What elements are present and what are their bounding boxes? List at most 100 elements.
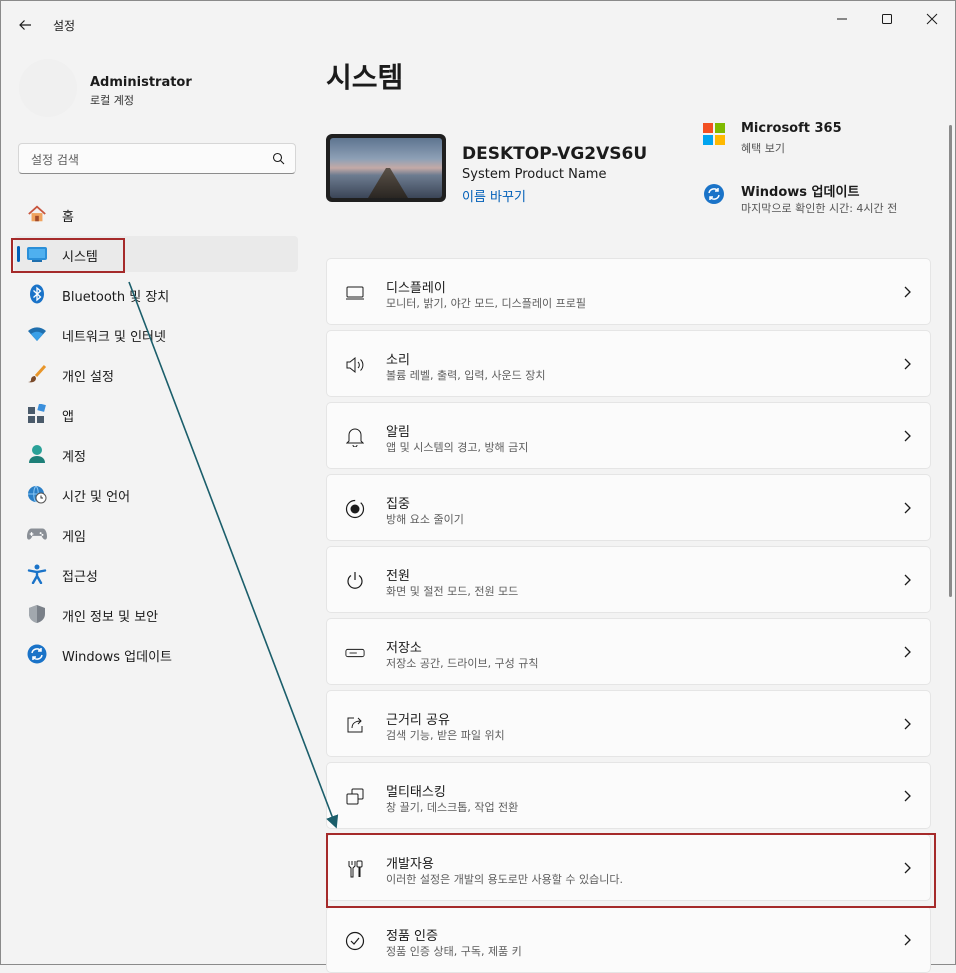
sidebar-nav: 홈 시스템 Bluetooth 및 장치 네트워크 및 인터넷 개인 설정 앱 … xyxy=(14,196,298,676)
setting-storage[interactable]: 저장소 저장소 공간, 드라이브, 구성 규칙 xyxy=(326,618,931,685)
setting-title: 알림 xyxy=(386,425,410,440)
setting-display[interactable]: 디스플레이 모니터, 밝기, 야간 모드, 디스플레이 프로필 xyxy=(326,258,931,325)
chevron-right-icon xyxy=(904,286,911,298)
shield-icon xyxy=(27,604,47,624)
setting-subtitle: 볼륨 레벨, 출력, 입력, 사운드 장치 xyxy=(386,369,546,382)
power-icon xyxy=(345,571,365,591)
setting-title: 전원 xyxy=(386,569,410,584)
sidebar-item-personalization[interactable]: 개인 설정 xyxy=(14,356,298,392)
storage-icon xyxy=(345,643,365,663)
setting-subtitle: 검색 기능, 받은 파일 위치 xyxy=(386,729,505,742)
tile-title: Microsoft 365 xyxy=(741,121,842,136)
sidebar-item-label: 시스템 xyxy=(62,250,98,265)
setting-multitasking[interactable]: 멀티태스킹 창 끌기, 데스크톱, 작업 전환 xyxy=(326,762,931,829)
search-input[interactable] xyxy=(29,149,263,171)
chevron-right-icon xyxy=(904,862,911,874)
multitask-icon xyxy=(345,787,365,807)
tile-subtitle: 마지막으로 확인한 시간: 4시간 전 xyxy=(741,202,898,215)
setting-subtitle: 이러한 설정은 개발의 용도로만 사용할 수 있습니다. xyxy=(386,873,623,886)
avatar[interactable] xyxy=(19,59,77,117)
back-arrow-icon xyxy=(19,20,31,30)
setting-sound[interactable]: 소리 볼륨 레벨, 출력, 입력, 사운드 장치 xyxy=(326,330,931,397)
sidebar-item-windows-update[interactable]: Windows 업데이트 xyxy=(14,636,298,672)
brush-icon xyxy=(27,364,47,384)
account-type: 로컬 계정 xyxy=(90,94,134,107)
selection-indicator xyxy=(17,246,20,262)
sidebar-item-accounts[interactable]: 계정 xyxy=(14,436,298,472)
user-name: Administrator xyxy=(90,75,192,90)
scrollbar[interactable] xyxy=(949,125,952,597)
setting-subtitle: 정품 인증 상태, 구독, 제품 키 xyxy=(386,945,522,958)
device-model: System Product Name xyxy=(462,167,607,182)
sidebar-item-label: 개인 정보 및 보안 xyxy=(62,610,159,625)
sidebar-item-time-language[interactable]: 시간 및 언어 xyxy=(14,476,298,512)
bell-icon xyxy=(345,427,365,447)
sidebar-item-label: 개인 설정 xyxy=(62,370,114,385)
share-icon xyxy=(345,715,365,735)
maximize-icon xyxy=(882,14,892,24)
minimize-icon xyxy=(837,18,847,20)
sidebar-item-system[interactable]: 시스템 xyxy=(14,236,298,272)
setting-subtitle: 창 끌기, 데스크톱, 작업 전환 xyxy=(386,801,519,814)
setting-notifications[interactable]: 알림 앱 및 시스템의 경고, 방해 금지 xyxy=(326,402,931,469)
setting-title: 디스플레이 xyxy=(386,281,446,296)
setting-title: 근거리 공유 xyxy=(386,713,450,728)
setting-title: 정품 인증 xyxy=(386,929,438,944)
setting-title: 개발자용 xyxy=(386,857,434,872)
search-box[interactable] xyxy=(18,143,296,174)
window-title: 설정 xyxy=(53,19,76,33)
device-wallpaper-thumbnail xyxy=(326,134,446,202)
chevron-right-icon xyxy=(904,646,911,658)
sidebar-item-label: 계정 xyxy=(62,450,86,465)
chevron-right-icon xyxy=(904,430,911,442)
chevron-right-icon xyxy=(904,574,911,586)
sidebar-item-bluetooth[interactable]: Bluetooth 및 장치 xyxy=(14,276,298,312)
chevron-right-icon xyxy=(904,358,911,370)
sidebar-item-gaming[interactable]: 게임 xyxy=(14,516,298,552)
setting-subtitle: 방해 요소 줄이기 xyxy=(386,513,464,526)
chevron-right-icon xyxy=(904,718,911,730)
sidebar-item-network[interactable]: 네트워크 및 인터넷 xyxy=(14,316,298,352)
title-bar: 설정 xyxy=(1,1,955,49)
page-title: 시스템 xyxy=(326,61,404,94)
sidebar-item-label: 앱 xyxy=(62,410,74,425)
bluetooth-icon xyxy=(27,284,47,304)
maximize-button[interactable] xyxy=(864,7,910,31)
search-icon[interactable] xyxy=(272,152,285,165)
microsoft-logo-icon xyxy=(703,123,725,145)
sidebar-item-label: 네트워크 및 인터넷 xyxy=(62,330,166,345)
close-icon xyxy=(926,13,938,25)
update-icon xyxy=(704,184,724,204)
setting-title: 저장소 xyxy=(386,641,422,656)
wallpaper-image xyxy=(330,138,442,198)
update-icon xyxy=(27,644,47,664)
back-button[interactable] xyxy=(15,15,35,35)
developer-tools-icon xyxy=(345,859,365,879)
settings-window: 설정 Administrator 로컬 계정 홈 시스템 xyxy=(0,0,956,973)
setting-activation[interactable]: 정품 인증 정품 인증 상태, 구독, 제품 키 xyxy=(326,906,931,973)
sidebar-item-label: 접근성 xyxy=(62,570,98,585)
tile-title: Windows 업데이트 xyxy=(741,185,860,200)
close-button[interactable] xyxy=(909,7,955,31)
sidebar-item-accessibility[interactable]: 접근성 xyxy=(14,556,298,592)
sidebar-item-apps[interactable]: 앱 xyxy=(14,396,298,432)
home-icon xyxy=(27,204,47,224)
accessibility-icon xyxy=(27,564,47,584)
setting-for-developers[interactable]: 개발자용 이러한 설정은 개발의 용도로만 사용할 수 있습니다. xyxy=(326,834,931,901)
sidebar-item-label: 홈 xyxy=(62,210,74,225)
gamepad-icon xyxy=(27,524,47,544)
chevron-right-icon xyxy=(904,934,911,946)
setting-focus[interactable]: 집중 방해 요소 줄이기 xyxy=(326,474,931,541)
setting-power[interactable]: 전원 화면 및 절전 모드, 전원 모드 xyxy=(326,546,931,613)
setting-nearby-sharing[interactable]: 근거리 공유 검색 기능, 받은 파일 위치 xyxy=(326,690,931,757)
sidebar-item-label: 시간 및 언어 xyxy=(62,490,131,505)
setting-subtitle: 저장소 공간, 드라이브, 구성 규칙 xyxy=(386,657,539,670)
minimize-button[interactable] xyxy=(819,7,865,31)
monitor-icon xyxy=(27,244,47,264)
sidebar-item-privacy[interactable]: 개인 정보 및 보안 xyxy=(14,596,298,632)
setting-title: 집중 xyxy=(386,497,410,512)
rename-link[interactable]: 이름 바꾸기 xyxy=(462,186,526,205)
apps-icon xyxy=(27,404,47,424)
chevron-right-icon xyxy=(904,790,911,802)
sidebar-item-home[interactable]: 홈 xyxy=(14,196,298,232)
